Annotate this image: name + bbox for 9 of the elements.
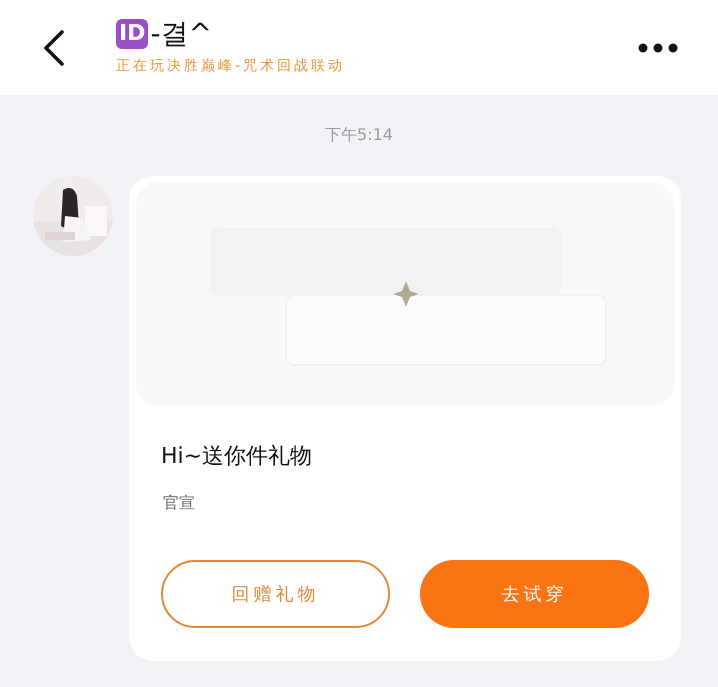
message-heading: Hi~送你件礼物 [161,443,314,471]
return-gift-button[interactable]: 回赠礼物 [161,560,390,628]
message-time: 下午5:14 [324,125,394,146]
try-on-button[interactable]: 去试穿 [420,560,649,628]
message-note: 官宣 [163,493,196,514]
id-badge: ID [116,18,148,48]
chat-title: -결^ [150,16,212,52]
status-text: 正在玩决胜巅峰-咒术回战联动 [116,56,346,74]
more-icon[interactable] [638,42,678,52]
